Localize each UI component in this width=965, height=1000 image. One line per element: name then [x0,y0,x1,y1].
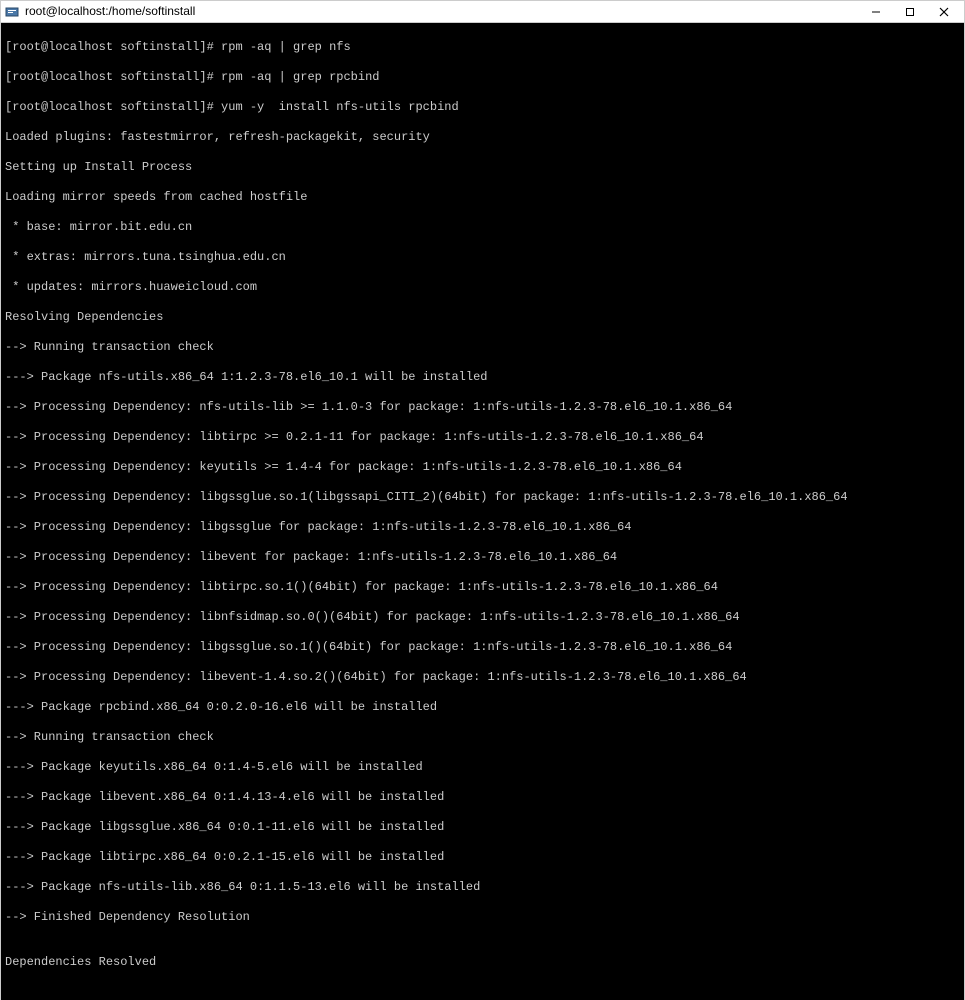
terminal[interactable]: [root@localhost softinstall]# rpm -aq | … [1,23,964,1000]
output-line: ---> Package keyutils.x86_64 0:1.4-5.el6… [5,760,960,775]
window-title: root@localhost:/home/softinstall [25,4,860,19]
output-line: --> Processing Dependency: libevent-1.4.… [5,670,960,685]
putty-icon [5,5,19,19]
output-line: --> Processing Dependency: nfs-utils-lib… [5,400,960,415]
titlebar: root@localhost:/home/softinstall [1,1,964,23]
output-line: --> Processing Dependency: libtirpc.so.1… [5,580,960,595]
output-line: * updates: mirrors.huaweicloud.com [5,280,960,295]
output-line: ---> Package rpcbind.x86_64 0:0.2.0-16.e… [5,700,960,715]
output-line: --> Processing Dependency: keyutils >= 1… [5,460,960,475]
output-line: Dependencies Resolved [5,955,960,970]
output-line: --> Processing Dependency: libnfsidmap.s… [5,610,960,625]
output-line: --> Processing Dependency: libgssglue.so… [5,640,960,655]
prompt-line-1: [root@localhost softinstall]# rpm -aq | … [5,40,960,55]
output-line: Loading mirror speeds from cached hostfi… [5,190,960,205]
output-line: --> Running transaction check [5,340,960,355]
output-line: ---> Package nfs-utils-lib.x86_64 0:1.1.… [5,880,960,895]
output-line: ---> Package libevent.x86_64 0:1.4.13-4.… [5,790,960,805]
output-line: --> Processing Dependency: libgssglue fo… [5,520,960,535]
maximize-button[interactable] [900,2,920,22]
prompt-line-2: [root@localhost softinstall]# rpm -aq | … [5,70,960,85]
output-line: Resolving Dependencies [5,310,960,325]
output-line: --> Finished Dependency Resolution [5,910,960,925]
output-line: ---> Package libtirpc.x86_64 0:0.2.1-15.… [5,850,960,865]
output-line: * base: mirror.bit.edu.cn [5,220,960,235]
output-line: Loaded plugins: fastestmirror, refresh-p… [5,130,960,145]
close-button[interactable] [934,2,954,22]
output-line: ---> Package nfs-utils.x86_64 1:1.2.3-78… [5,370,960,385]
output-line: * extras: mirrors.tuna.tsinghua.edu.cn [5,250,960,265]
output-line: --> Processing Dependency: libgssglue.so… [5,490,960,505]
output-line: --> Processing Dependency: libtirpc >= 0… [5,430,960,445]
output-line: ---> Package libgssglue.x86_64 0:0.1-11.… [5,820,960,835]
prompt-line-3: [root@localhost softinstall]# yum -y ins… [5,100,960,115]
output-line: --> Processing Dependency: libevent for … [5,550,960,565]
output-line: --> Running transaction check [5,730,960,745]
minimize-button[interactable] [866,2,886,22]
output-line: Setting up Install Process [5,160,960,175]
putty-window: root@localhost:/home/softinstall [root@l… [0,0,965,1000]
